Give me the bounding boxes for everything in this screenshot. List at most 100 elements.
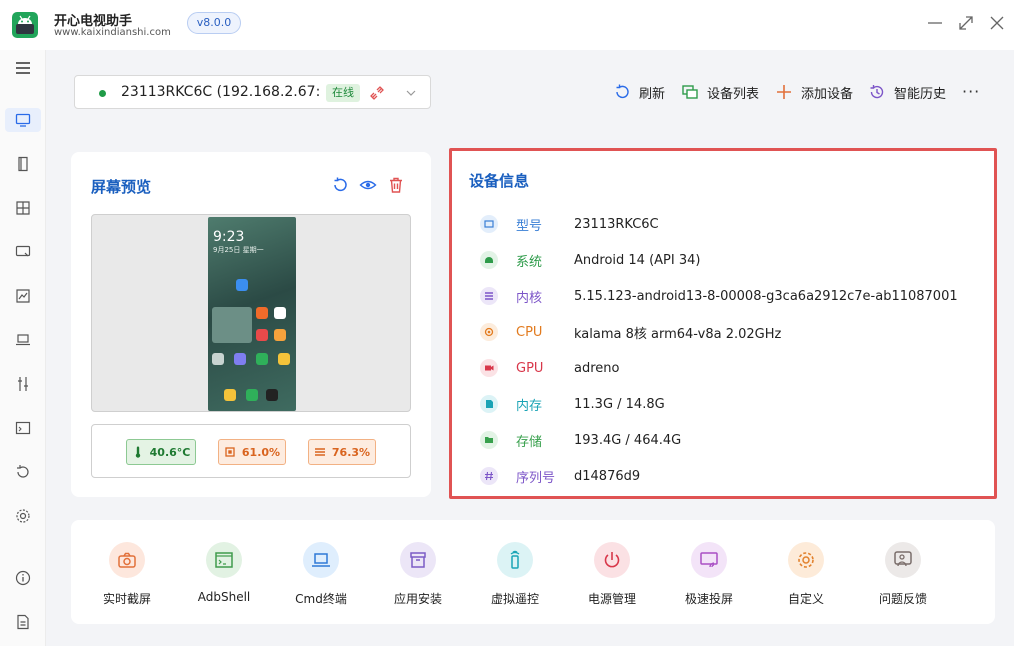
tool-button[interactable]: 应用安装 <box>378 542 458 607</box>
screen-cast-icon <box>15 245 31 257</box>
sidebar-item-tools[interactable] <box>11 372 35 396</box>
info-title: 设备信息 <box>469 172 530 190</box>
tool-button[interactable]: 极速投屏 <box>669 542 749 607</box>
sidebar-item-cast[interactable] <box>11 240 35 264</box>
minimize-button[interactable] <box>926 14 944 32</box>
sidebar-item-history[interactable] <box>11 460 35 484</box>
device-list-label: 设备列表 <box>707 86 760 102</box>
cpu-usage-badge: 61.0% <box>218 439 286 465</box>
info-row: GPU adreno <box>480 358 619 378</box>
document-icon <box>17 614 29 630</box>
info-row: 存储 193.4G / 464.4G <box>480 430 681 450</box>
device-selector[interactable]: 23113RKC6C (192.168.2.67:... 在线 <box>74 75 431 109</box>
sidebar-item-device[interactable] <box>5 108 41 132</box>
disconnect-link-icon[interactable] <box>368 84 386 102</box>
sidebar-item-terminal[interactable] <box>11 416 35 440</box>
tool-label: 实时截屏 <box>102 592 151 606</box>
refresh-label: 刷新 <box>639 86 666 102</box>
device-list-button[interactable]: 设备列表 <box>681 82 759 102</box>
device-name: 23113RKC6C (192.168.2.67:... <box>121 84 321 100</box>
refresh-icon[interactable] <box>331 176 349 194</box>
chevron-down-icon <box>406 90 416 96</box>
tool-button[interactable]: 虚拟遥控 <box>475 542 555 607</box>
screen-preview-panel: 屏幕预览 9:23 9月25日 星期一 40.6°C 61.0% 76.3% <box>71 152 431 497</box>
terminal-icon <box>15 421 31 435</box>
tool-button[interactable]: AdbShell <box>184 542 264 604</box>
tool-label: 极速投屏 <box>684 592 733 606</box>
menu-button[interactable] <box>11 56 35 80</box>
app-tile <box>224 389 236 401</box>
sidebar-item-apps[interactable] <box>11 196 35 220</box>
book-icon <box>18 156 28 172</box>
history-icon <box>870 85 884 99</box>
model-icon <box>480 215 498 233</box>
remote-icon <box>497 542 533 578</box>
chart-icon <box>16 289 30 303</box>
hamburger-icon <box>16 62 30 74</box>
sidebar-item-settings[interactable] <box>11 504 35 528</box>
maximize-button[interactable] <box>957 14 975 32</box>
app-tile <box>256 307 268 319</box>
info-value: Android 14 (API 34) <box>574 252 701 268</box>
tool-button[interactable]: 自定义 <box>766 542 846 607</box>
power-icon <box>594 542 630 578</box>
gear-icon <box>788 542 824 578</box>
phone-time: 9:23 <box>213 229 245 245</box>
memory-usage-badge: 76.3% <box>308 439 376 465</box>
app-tile <box>274 307 286 319</box>
app-tile <box>278 353 290 365</box>
sidebar-item-performance[interactable] <box>11 284 35 308</box>
tool-label: AdbShell <box>197 590 251 604</box>
close-icon <box>990 16 1004 30</box>
cpu-icon <box>225 447 235 457</box>
thermometer-icon <box>135 446 140 458</box>
sidebar-item-about[interactable] <box>11 566 35 590</box>
eye-icon[interactable] <box>359 176 377 194</box>
info-label: 内核 <box>516 290 543 306</box>
tool-button[interactable]: Cmd终端 <box>281 542 361 607</box>
memory-icon <box>314 448 325 456</box>
close-button[interactable] <box>988 14 1006 32</box>
info-label: 内存 <box>516 398 543 414</box>
cpu-usage-value: 61.0% <box>241 445 281 459</box>
app-tile <box>256 329 268 341</box>
memory-icon <box>480 395 498 413</box>
tool-button[interactable]: 电源管理 <box>572 542 652 607</box>
refresh-icon <box>17 465 29 478</box>
app-tile <box>234 353 246 365</box>
info-value: 193.4G / 464.4G <box>574 432 682 448</box>
add-device-button[interactable]: 添加设备 <box>775 82 853 102</box>
tool-label: 应用安装 <box>393 592 442 606</box>
cpu-icon <box>480 323 498 341</box>
serial-icon <box>480 467 498 485</box>
temperature-value: 40.6°C <box>149 445 191 459</box>
cast-icon <box>691 542 727 578</box>
tool-button[interactable]: 问题反馈 <box>863 542 943 607</box>
info-value: adreno <box>574 360 620 376</box>
info-label: 存储 <box>516 434 543 450</box>
info-label: 型号 <box>516 218 543 234</box>
camera-icon <box>109 542 145 578</box>
temperature-badge: 40.6°C <box>126 439 196 465</box>
info-label: GPU <box>516 360 544 376</box>
info-row: 内存 11.3G / 14.8G <box>480 394 665 414</box>
sidebar-item-files[interactable] <box>11 152 35 176</box>
info-value: kalama 8核 arm64-v8a 2.02GHz <box>574 326 782 342</box>
history-button[interactable]: 智能历史 <box>868 82 946 102</box>
sidebar-item-docs[interactable] <box>11 610 35 634</box>
monitor-icon <box>15 113 31 127</box>
info-value: d14876d9 <box>574 468 641 484</box>
info-value: 11.3G / 14.8G <box>574 396 665 412</box>
trash-icon[interactable] <box>387 176 405 194</box>
status-badge: 在线 <box>326 84 360 102</box>
tool-button[interactable]: 实时截屏 <box>87 542 167 607</box>
history-label: 智能历史 <box>894 86 947 102</box>
refresh-button[interactable]: 刷新 <box>613 82 665 102</box>
app-tile <box>212 353 224 365</box>
more-button[interactable]: ··· <box>962 82 980 101</box>
info-row: 系统 Android 14 (API 34) <box>480 250 700 270</box>
screen-preview[interactable]: 9:23 9月25日 星期一 <box>91 214 411 412</box>
memory-usage-value: 76.3% <box>331 445 371 459</box>
version-badge: v8.0.0 <box>187 12 241 34</box>
sidebar-item-laptop[interactable] <box>11 328 35 352</box>
